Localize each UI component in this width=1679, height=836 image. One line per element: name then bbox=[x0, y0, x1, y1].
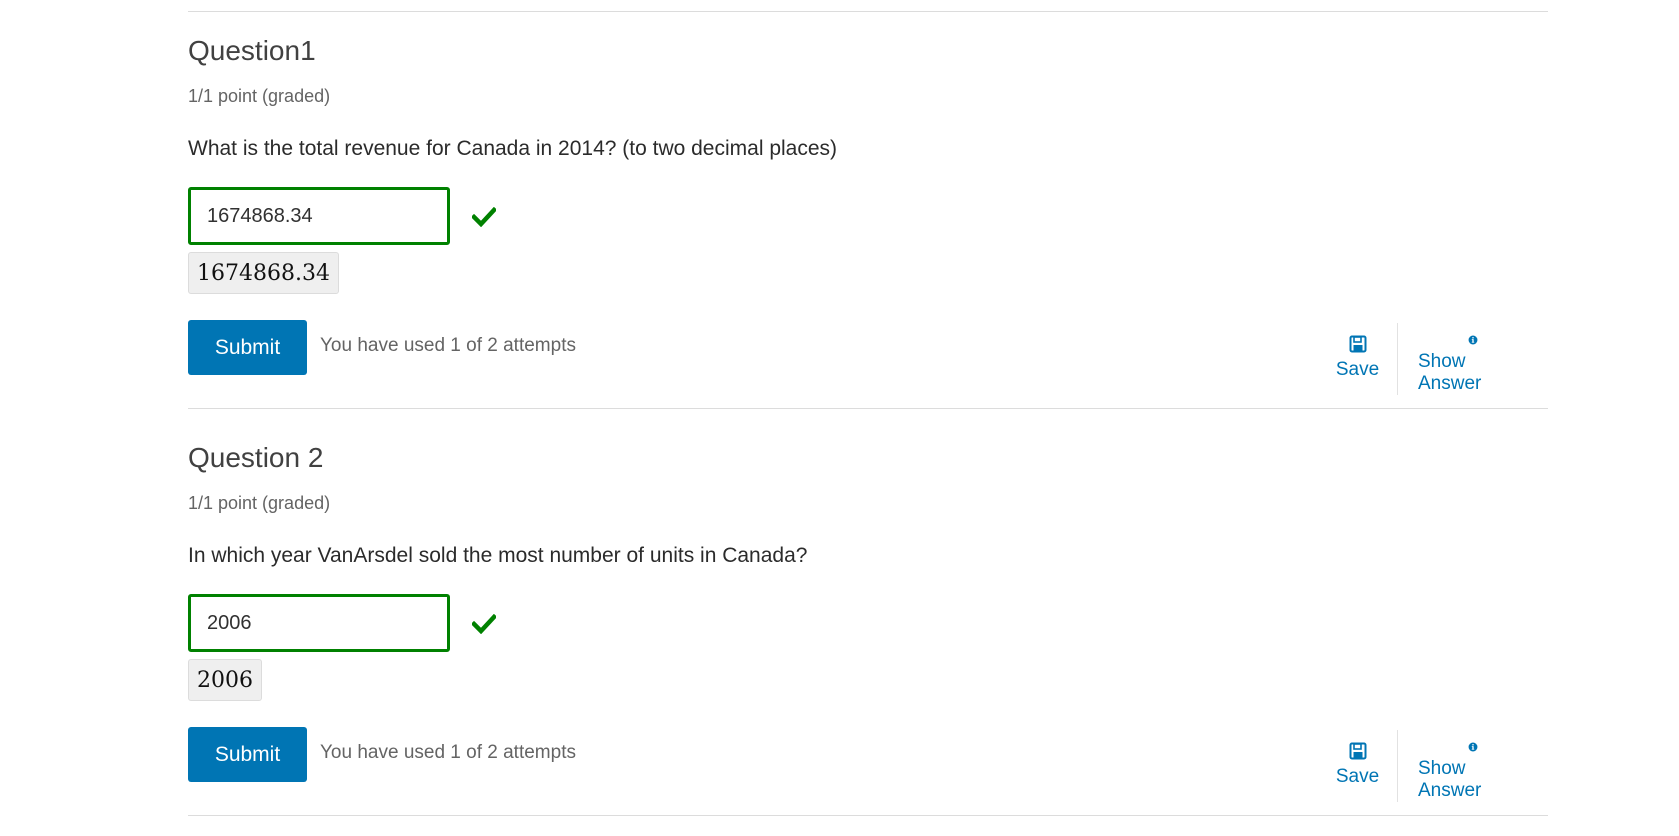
show-answer-button[interactable]: Show Answer bbox=[1398, 730, 1548, 802]
show-answer-button[interactable]: Show Answer bbox=[1398, 323, 1548, 395]
question-points: 1/1 point (graded) bbox=[188, 493, 331, 513]
question-prompt: In which year VanArsdel sold the most nu… bbox=[188, 544, 808, 567]
answer-preview: 2006 bbox=[188, 659, 262, 701]
attempts-text: You have used 1 of 2 attempts bbox=[320, 742, 576, 763]
check-icon bbox=[472, 207, 496, 227]
save-button[interactable]: Save bbox=[1318, 730, 1398, 802]
submit-button[interactable]: Submit bbox=[188, 727, 307, 782]
problem-actions: Save Show Answer bbox=[1318, 323, 1548, 395]
answer-input[interactable] bbox=[188, 187, 450, 245]
answer-preview: 1674868.34 bbox=[188, 252, 339, 294]
attempts-text: You have used 1 of 2 attempts bbox=[320, 335, 576, 356]
question-title: Question 2 bbox=[188, 442, 324, 473]
save-label: Save bbox=[1335, 766, 1380, 787]
question-prompt: What is the total revenue for Canada in … bbox=[188, 137, 838, 160]
info-icon bbox=[1468, 742, 1478, 752]
problem-actions: Save Show Answer bbox=[1318, 730, 1548, 802]
question-points: 1/1 point (graded) bbox=[188, 86, 331, 106]
save-icon bbox=[1349, 335, 1366, 353]
save-button[interactable]: Save bbox=[1318, 323, 1398, 395]
info-icon bbox=[1468, 335, 1478, 345]
save-icon bbox=[1349, 742, 1366, 760]
submit-button[interactable]: Submit bbox=[188, 320, 307, 375]
show-answer-label: Show Answer bbox=[1418, 351, 1482, 394]
bottom-divider bbox=[188, 815, 1548, 816]
question-title: Question1 bbox=[188, 35, 316, 66]
answer-input[interactable] bbox=[188, 594, 450, 652]
show-answer-label: Show Answer bbox=[1418, 758, 1482, 801]
save-label: Save bbox=[1335, 359, 1380, 380]
problem-list: Question1 1/1 point (graded) What is the… bbox=[188, 0, 1548, 828]
problem-1: Question1 1/1 point (graded) What is the… bbox=[188, 1, 1548, 408]
problem-2: Question 2 1/1 point (graded) In which y… bbox=[188, 408, 1548, 815]
check-icon bbox=[472, 614, 496, 634]
